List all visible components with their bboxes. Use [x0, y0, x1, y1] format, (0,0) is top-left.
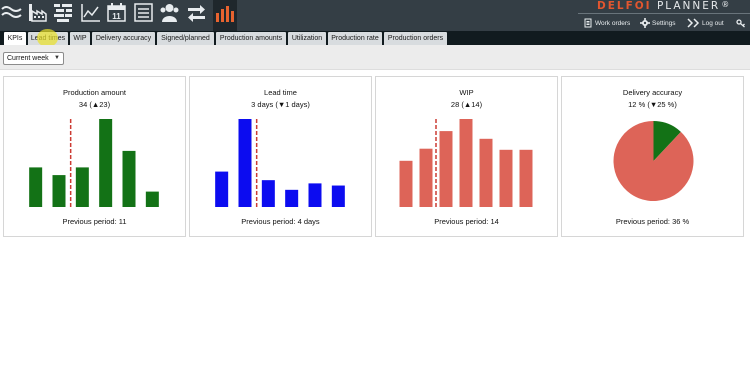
line-chart-icon[interactable] [80, 2, 101, 23]
chart-bar [145, 191, 159, 207]
chart-bar [419, 148, 433, 207]
logo-registered: ® [721, 0, 732, 9]
wave-icon[interactable] [1, 2, 22, 23]
bar-chart-icon[interactable] [213, 0, 237, 31]
chart-bar [459, 119, 473, 207]
kpi-card-lead-time: Lead time 3 days (▼1 days) Previous peri… [189, 76, 372, 237]
calendar-number: 11 [112, 12, 121, 21]
card-value: 3 days (▼1 days) [251, 100, 310, 109]
logout-label: Log out [702, 19, 724, 27]
tab-production-rate[interactable]: Production rate [328, 32, 382, 45]
top-toolbar: 11 DELFOI PLANNER® Work orders Settings … [0, 0, 750, 31]
work-orders-label: Work orders [595, 19, 631, 27]
chevron-down-icon: ▼ [54, 55, 60, 61]
tab-signed-planned[interactable]: Signed/planned [157, 32, 214, 45]
card-previous-period: Previous period: 11 [62, 217, 127, 226]
logo-brand: DELFOI [597, 0, 652, 12]
factory-icon[interactable] [27, 2, 48, 23]
chart-bar [52, 175, 66, 207]
key-icon [736, 18, 746, 28]
chart-bar [285, 189, 299, 207]
settings-link[interactable]: Settings [640, 17, 676, 29]
double-chevron-right-icon [686, 18, 700, 28]
chart-bar [99, 119, 113, 207]
kpi-card-wip: WIP 28 (▲14) Previous period: 14 [375, 76, 558, 237]
chart-bar [519, 149, 533, 207]
chart-bar [238, 119, 252, 207]
tab-production-orders[interactable]: Production orders [384, 32, 447, 45]
logo-divider [578, 13, 750, 14]
settings-label: Settings [652, 19, 676, 27]
lead-time-chart [215, 119, 345, 207]
list-icon[interactable] [133, 2, 154, 23]
tab-bar: KPIs Lead times WIP Delivery accuracy Si… [0, 31, 750, 45]
exchange-icon[interactable] [186, 2, 207, 23]
chart-bar [499, 149, 513, 207]
card-previous-period: Previous period: 36 % [615, 217, 690, 226]
users-icon[interactable] [159, 2, 180, 23]
kpi-card-production-amount: Production amount 34 (▲23) Previous peri… [3, 76, 186, 237]
gear-icon [640, 18, 650, 28]
app-logo: DELFOI PLANNER® [597, 0, 731, 12]
kpi-card-delivery-accuracy: Delivery accuracy 12 % (▼25 %) Previous … [561, 76, 744, 237]
card-value: 28 (▲14) [450, 100, 483, 109]
card-title: WIP [459, 88, 474, 97]
chart-bar [261, 180, 275, 207]
card-previous-period: Previous period: 14 [434, 217, 499, 226]
logo-product: PLANNER [656, 0, 721, 12]
pie-slice [613, 121, 694, 201]
tab-production-amounts[interactable]: Production amounts [216, 32, 286, 45]
document-icon [583, 18, 593, 28]
tab-utilization[interactable]: Utilization [288, 32, 326, 45]
chart-bar [122, 150, 136, 207]
key-button[interactable] [736, 17, 748, 29]
production-amount-chart [29, 119, 159, 207]
chart-bar [399, 160, 413, 207]
tab-wip[interactable]: WIP [70, 32, 90, 45]
card-value: 34 (▲23) [78, 100, 111, 109]
chart-bar [29, 167, 43, 207]
chart-bar [215, 171, 229, 207]
card-title: Delivery accuracy [622, 88, 683, 97]
tab-delivery-accuracy[interactable]: Delivery accuracy [92, 32, 155, 45]
calendar-icon[interactable]: 11 [106, 2, 127, 23]
chart-bar [439, 131, 453, 207]
delivery-accuracy-chart [613, 121, 694, 201]
tab-kpis[interactable]: KPIs [4, 32, 26, 45]
card-title: Production amount [63, 88, 126, 97]
card-title: Lead time [264, 88, 297, 97]
filter-bar: Current week ▼ [0, 45, 750, 70]
chart-bar [331, 185, 345, 207]
chart-bar [308, 183, 322, 207]
period-select[interactable]: Current week ▼ [3, 52, 64, 65]
work-orders-link[interactable]: Work orders [583, 17, 630, 29]
card-value: 12 % (▼25 %) [628, 100, 677, 109]
logout-link[interactable]: Log out [686, 17, 724, 29]
period-select-value: Current week [7, 55, 49, 62]
card-previous-period: Previous period: 4 days [241, 217, 320, 226]
gantt-icon[interactable] [53, 2, 74, 23]
wip-chart [399, 119, 533, 207]
chart-bar [479, 138, 493, 207]
chart-bar [75, 167, 89, 207]
